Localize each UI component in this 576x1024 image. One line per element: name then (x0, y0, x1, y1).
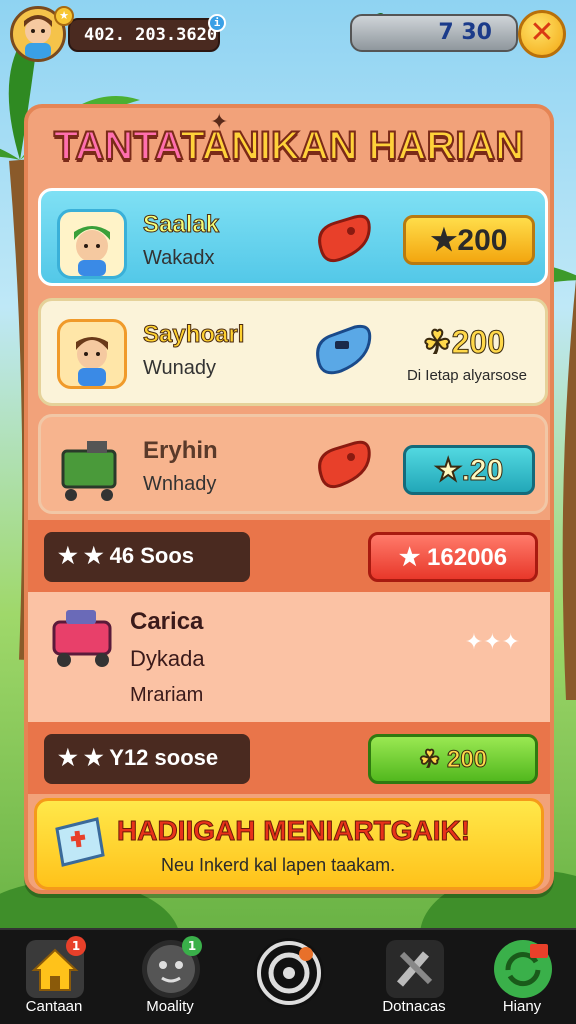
notification-badge: 1 (182, 936, 202, 956)
bottom-nav: 1 Cantaan 1 Moality Dotnacas Hiany (0, 928, 576, 1024)
reward-banner[interactable]: HADIIGAH MENIARTGAIK! Neu Inkerd kal lap… (34, 798, 544, 890)
task-subtitle: Wakadx (143, 247, 215, 269)
page-title: TANTATANIKAN HARIAN (28, 123, 550, 169)
close-button[interactable]: ✕ (518, 10, 566, 58)
nav-label: Cantaan (25, 998, 83, 1015)
machine-icon (52, 610, 112, 667)
task-card[interactable]: Sayhoarl Wunady ☘200 Di Ietap alyarsose (38, 298, 548, 406)
reward-button[interactable]: ★200 (403, 215, 535, 265)
target-icon (254, 938, 324, 1008)
nav-label: Moality (146, 998, 194, 1015)
ticket-icon (55, 817, 105, 867)
nav-item-center[interactable] (238, 936, 338, 1022)
info-icon[interactable]: i (208, 14, 226, 32)
task-name: Sayhoarl (142, 321, 245, 349)
task-name: Eryhin (143, 437, 218, 464)
sparkle-icon: ✦ (210, 110, 229, 135)
score-bar: ★ ★ 46 Soos ★ 162006 (28, 520, 550, 592)
cash-amount: 7 30 (350, 14, 518, 52)
player-id-text: 402. 203.3620 (84, 25, 218, 45)
boy-avatar-icon (57, 209, 127, 279)
nav-item-hiany[interactable]: Hiany (472, 936, 572, 1022)
nav-label: Dotnacas (382, 998, 446, 1015)
top-bar: 402. 203.3620 i ★ 7 30 ✕ (10, 6, 566, 62)
banner-description: Neu Inkerd kal lapen taakam. (161, 855, 396, 875)
score-reward-button[interactable]: ☘ 200 (368, 734, 538, 784)
nav-item-moality[interactable]: 1 Moality (120, 936, 220, 1022)
task-subtitle: Dykada (130, 646, 205, 671)
gamepad-icon (316, 324, 372, 375)
nav-label: Hiany (502, 998, 542, 1015)
nav-item-dotnacas[interactable]: Dotnacas (364, 936, 464, 1022)
task-name: Saalak (142, 211, 220, 239)
task-subtitle: Wnhady (143, 473, 217, 495)
score-reward-button[interactable]: ★ 162006 (368, 532, 538, 582)
task-subtitle-2: Mrariam (130, 684, 204, 706)
score-label: ★ ★ Y12 soose (44, 734, 250, 784)
refresh-icon (494, 940, 552, 998)
level-badge: ★ (54, 6, 74, 26)
title-part1: TANTA (53, 123, 182, 169)
task-card[interactable]: Carica Dykada Mrariam ✦✦✦ (28, 592, 550, 722)
score-label: ★ ★ 46 Soos (44, 532, 250, 582)
cart-icon (57, 435, 127, 505)
task-card[interactable]: Eryhin Wnhady ★.20 (38, 414, 548, 514)
banner-heading: HADIIGAH MENIARTGAIK! (116, 815, 471, 847)
player-id-pill[interactable]: 402. 203.3620 i (68, 14, 226, 52)
boy-avatar-icon (57, 319, 127, 389)
score-bar: ★ ★ Y12 soose ☘ 200 (28, 722, 550, 794)
task-name: Carica (130, 608, 204, 635)
gamepad-icon (318, 440, 371, 489)
tools-icon (386, 940, 444, 998)
task-note: Di Ietap alyarsose (406, 367, 527, 384)
task-subtitle: Wunady (143, 357, 217, 379)
gamepad-icon (318, 214, 371, 263)
title-part2: TANIKAN HARIAN (179, 123, 525, 169)
daily-tasks-panel: TANTATANIKAN HARIAN ✦ Saalak Wakadx ★200 (24, 104, 554, 894)
nav-item-cantaan[interactable]: 1 Cantaan (4, 936, 104, 1022)
notification-badge: 1 (66, 936, 86, 956)
reward-button[interactable]: ★.20 (403, 445, 535, 495)
task-card[interactable]: Saalak Wakadx ★200 (38, 188, 548, 286)
loading-dots: ✦✦✦ (464, 630, 520, 655)
reward-amount[interactable]: ☘200 (422, 323, 505, 361)
